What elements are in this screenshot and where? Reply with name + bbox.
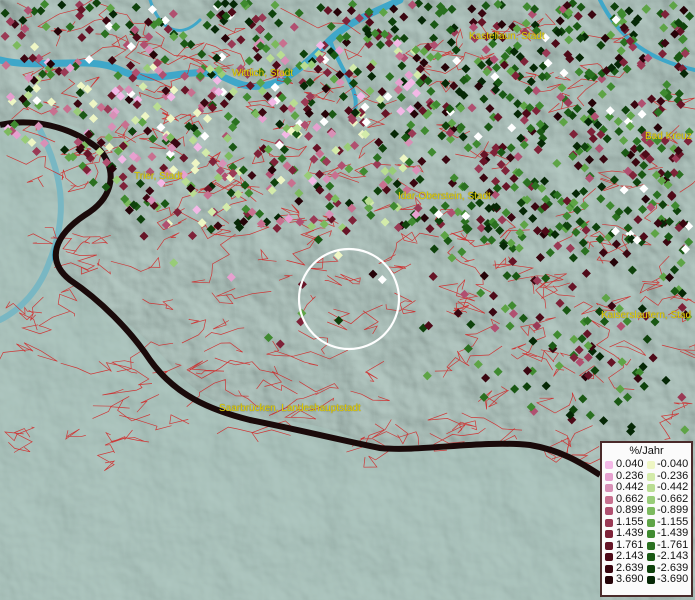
legend-swatch-positive [605, 553, 613, 561]
legend-title: %/Jahr [629, 445, 664, 457]
legend-row: 0.040 -0.040 [602, 458, 691, 471]
legend-value-positive: 2.143 [616, 550, 644, 562]
legend-value-positive: 1.439 [616, 527, 644, 539]
legend-swatch-negative [647, 518, 655, 527]
city-label-kaiserslautern: Kaiserslautern, Stad [601, 310, 692, 321]
legend: %/Jahr 0.040 -0.040 0.236 -0.236 0.442 -0.442… [600, 441, 693, 597]
legend-swatch-positive [605, 461, 613, 469]
city-label-saarbruecken: Saarbrücken, Landeshauptstadt [219, 403, 361, 414]
legend-swatch-negative [647, 564, 655, 573]
legend-rows: 0.040 -0.040 0.236 -0.236 0.442 -0.442 0.662 -0… [602, 458, 691, 586]
legend-swatch-negative [647, 530, 655, 538]
legend-swatch-positive [605, 530, 613, 538]
legend-swatch-positive [605, 564, 613, 573]
legend-value-negative: -0.040 [657, 458, 689, 470]
legend-value-negative: -1.439 [657, 527, 689, 539]
legend-swatch-negative [647, 541, 655, 550]
legend-value-negative: -0.442 [657, 481, 689, 493]
city-label-wittlich: Wittlich, Stadt [232, 68, 294, 79]
legend-swatch-positive [605, 541, 613, 550]
legend-row: 0.442 -0.442 [602, 481, 691, 494]
legend-swatch-negative [647, 484, 655, 492]
legend-swatch-positive [605, 576, 613, 584]
city-label-bad-kreuznach: Bad Kreuz [645, 131, 692, 142]
legend-swatch-positive [605, 495, 613, 504]
legend-value-positive: 0.899 [616, 504, 644, 516]
legend-row: 1.439 -1.439 [602, 527, 691, 540]
legend-value-positive: 0.442 [616, 481, 644, 493]
legend-row: 2.143 -2.143 [602, 550, 691, 563]
legend-swatch-negative [647, 495, 655, 504]
legend-value-positive: 0.040 [616, 458, 644, 470]
legend-value-negative: -0.899 [657, 504, 689, 516]
legend-value-negative: -2.143 [657, 550, 689, 562]
legend-swatch-negative [647, 553, 655, 561]
legend-swatch-negative [647, 507, 655, 515]
legend-swatch-positive [605, 507, 613, 515]
legend-value-negative: -3.690 [657, 573, 689, 585]
map-canvas[interactable] [0, 0, 695, 600]
city-label-idar-oberstein: Idar-Oberstein, Stadt [398, 191, 491, 202]
legend-swatch-negative [647, 472, 655, 481]
legend-row: 3.690 -3.690 [602, 573, 691, 586]
legend-swatch-negative [647, 576, 655, 584]
city-label-trier: Trier, Stadt [134, 171, 183, 182]
legend-swatch-negative [647, 461, 655, 469]
legend-swatch-positive [605, 484, 613, 492]
legend-row: 0.899 -0.899 [602, 504, 691, 517]
city-label-kastellaun: Kastellaun, Stadt [469, 31, 545, 42]
legend-swatch-positive [605, 472, 613, 481]
legend-value-positive: 3.690 [616, 573, 644, 585]
legend-swatch-positive [605, 518, 613, 527]
